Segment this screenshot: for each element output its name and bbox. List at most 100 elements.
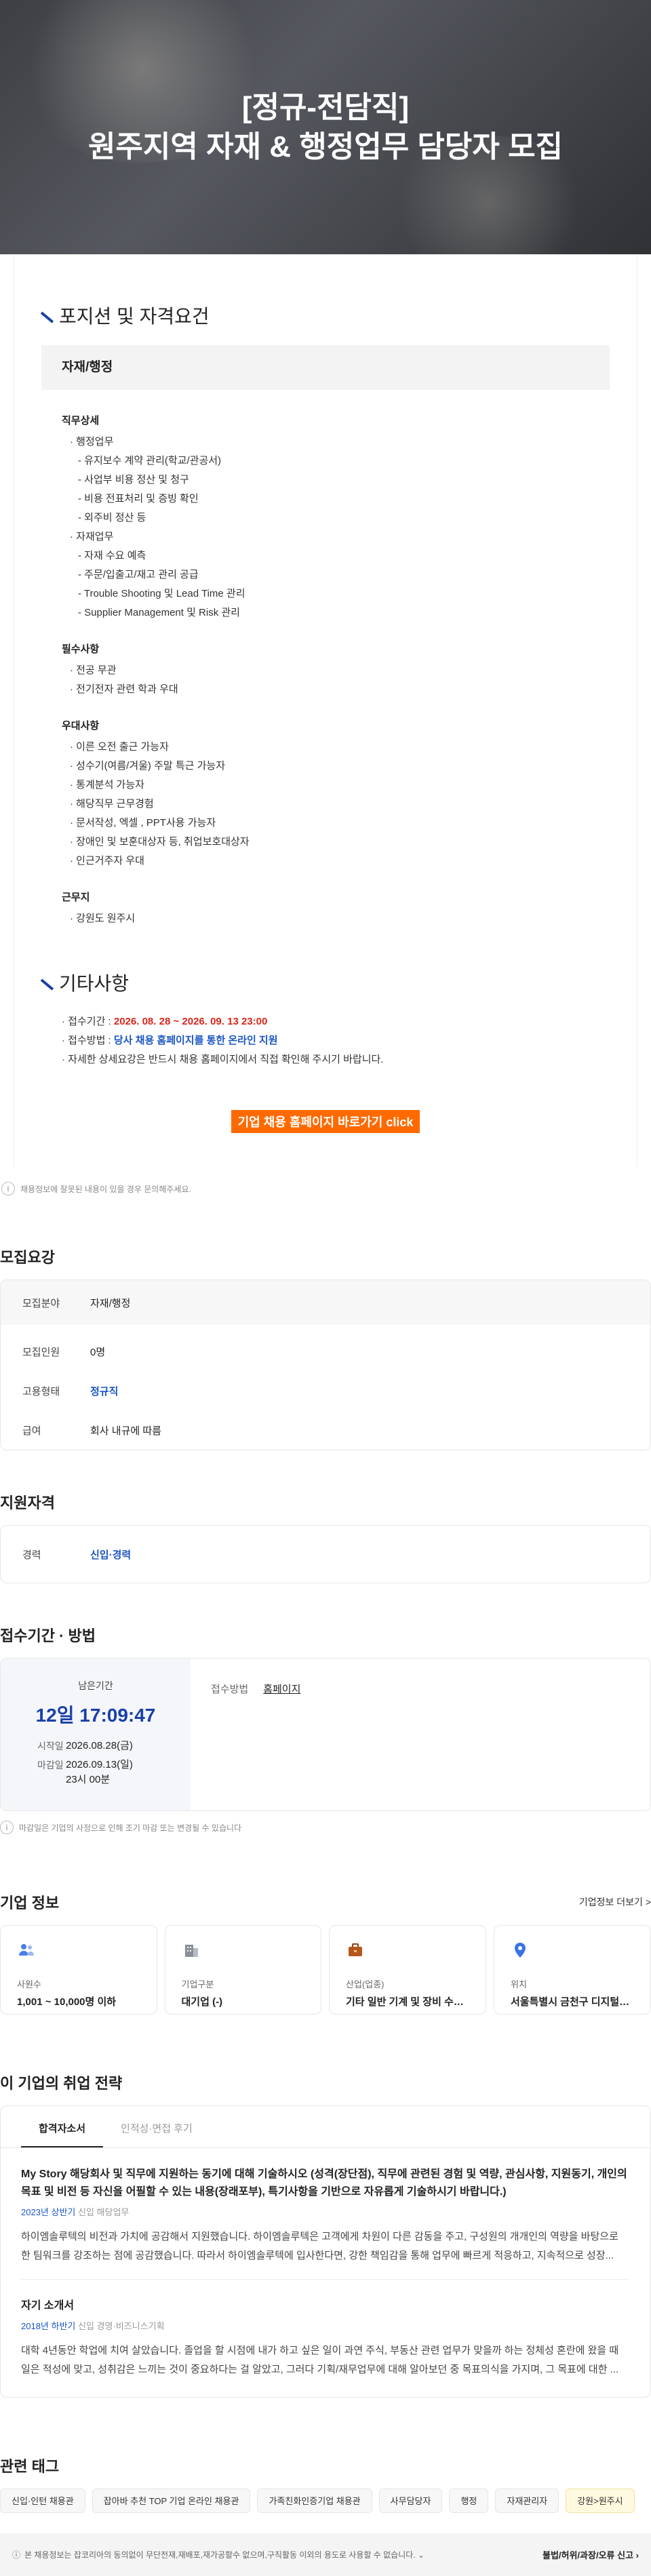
footer-bar: ⓘ 본 채용정보는 잡코리아의 동의없이 무단전재,재배포,재가공할수 없으며,구…	[0, 2533, 651, 2576]
qualification-section: 지원자격 경력 신입·경력	[0, 1491, 651, 1583]
requirement-item: - 자재 수요 예측	[78, 550, 146, 561]
remaining-time-panel: 남은기간 12일 17:09:47 시작일 2026.08.28(금) 마감일 20…	[1, 1659, 191, 1810]
company-info-card: 사원수 1,001 ~ 10,000명 이하	[0, 1925, 157, 2015]
period-card: 남은기간 12일 17:09:47 시작일 2026.08.28(금) 마감일 20…	[0, 1658, 651, 1811]
story-year: 2018년 하반기	[21, 2321, 76, 2331]
company-cards: 사원수 1,001 ~ 10,000명 이하 기업구분 대기업 (-) 산업(업종) 기타…	[0, 1925, 651, 2015]
story-item[interactable]: 자기 소개서 2018년 하반기 신입 경영·비즈니스기획 대학 4년동안 학업에 …	[1, 2280, 650, 2379]
recruit-row: 급여 회사 내규에 따름	[1, 1410, 650, 1450]
tab-interview-review[interactable]: 인적성·면접 후기	[103, 2106, 210, 2147]
requirement-item: · 통계분석 가능자	[70, 779, 144, 791]
tag-chip[interactable]: 신입·인턴 채용관	[0, 2489, 85, 2513]
tag-chip[interactable]: 행정	[449, 2489, 489, 2513]
company-section: 기업 정보 기업정보 더보기 > 사원수 1,001 ~ 10,000명 이하 기업…	[0, 1891, 651, 2015]
period-title: 접수기간 · 방법	[0, 1627, 96, 1644]
requirement-item: - 사업부 비용 정산 및 청구	[78, 474, 189, 486]
group-title: 근무지	[62, 892, 90, 903]
story-item[interactable]: My Story 해당회사 및 직무에 지원하는 동기에 대해 기술하시오 (성…	[1, 2148, 650, 2265]
company-info-value: 대기업 (-)	[181, 1996, 223, 2008]
recruit-key: 모집인원	[22, 1346, 60, 1358]
story-title[interactable]: My Story 해당회사 및 직무에 지원하는 동기에 대해 기술하시오 (성…	[21, 2166, 630, 2201]
slash-icon	[41, 976, 52, 989]
apply-homepage-link[interactable]: 홈페이지	[263, 1682, 300, 1787]
story-meta: 2023년 상반기 신입 해당업무	[21, 2205, 630, 2218]
requirement-item: - 유지보수 계약 관리(학교/관공서)	[78, 455, 222, 467]
company-info-key: 사원수	[17, 1979, 41, 1989]
info-icon: i	[0, 1821, 14, 1834]
group-title: 직무상세	[62, 415, 100, 427]
company-info-key: 산업(업종)	[346, 1979, 384, 1989]
company-info-card: 기업구분대기업 (-)	[164, 1925, 321, 2015]
hero-banner: [정규-전담직] 원주지역 자재 & 행정업무 담당자 모집	[0, 0, 651, 254]
requirement-group: 우대사항 · 이른 오전 출근 가능자 · 성수기(여름/겨울) 주말 특근 가능자…	[41, 718, 610, 871]
company-info-key: 기업구분	[181, 1979, 214, 1989]
etc-method: · 접수방법 : 당사 채용 홈페이지를 통한 온라인 지원	[62, 1035, 278, 1046]
people-icon	[17, 1941, 36, 1960]
recruit-key: 고용형태	[22, 1385, 60, 1398]
report-link[interactable]: 불법/허위/과장/오류 신고 ›	[542, 2548, 639, 2561]
requirement-group: 직무상세 · 행정업무 - 유지보수 계약 관리(학교/관공서) - 사업부 비용 정…	[41, 413, 610, 622]
tag-chip[interactable]: 자재관리자	[495, 2489, 559, 2513]
position-heading: 포지션 및 자격요건	[41, 302, 610, 329]
story-job: 경영·비즈니스기획	[96, 2321, 165, 2331]
requirement-item: · 전공 무관	[70, 665, 117, 676]
recruit-section: 모집요강 모집분야 자재/행정모집인원 0명고용형태 정규직급여 회사 내규에 따름	[0, 1246, 651, 1450]
tag-chip[interactable]: 사무담당자	[378, 2489, 443, 2513]
company-info-card: 위치서울특별시 금천구 디지털로10...	[494, 1925, 651, 2015]
recruit-row: 모집인원 0명	[1, 1332, 650, 1371]
requirement-item: - 주문/입출고/재고 관리 공급	[78, 569, 199, 580]
recruit-row: 모집분야 자재/행정	[1, 1280, 650, 1325]
requirement-item: - 비용 전표처리 및 증빙 확인	[78, 493, 199, 504]
strategy-title: 이 기업의 취업 전략	[0, 2075, 123, 2092]
requirement-group: 필수사항 · 전공 무관 · 전기전자 관련 학과 우대	[41, 641, 610, 699]
recruit-card: 모집분야 자재/행정모집인원 0명고용형태 정규직급여 회사 내규에 따름	[0, 1280, 651, 1450]
recruit-value: 0명	[90, 1346, 106, 1358]
location-pin-icon	[511, 1941, 530, 1960]
requirement-item: · 전기전자 관련 학과 우대	[70, 683, 178, 695]
recruit-key: 모집분야	[22, 1297, 60, 1309]
requirement-item: · 인근거주자 우대	[70, 855, 144, 867]
tags-section: 관련 태그 신입·인턴 채용관 잡아바 추천 TOP 기업 온라인 채용관 가족친화…	[0, 2455, 651, 2513]
recruit-value: 회사 내규에 따름	[90, 1425, 161, 1437]
apply-method: 접수방법 홈페이지	[191, 1659, 321, 1810]
group-title: 우대사항	[62, 720, 100, 732]
requirement-item: · 해당직무 근무경험	[70, 798, 154, 810]
requirement-item: · 문서작성, 엑셀 , PPT사용 가능자	[70, 817, 216, 829]
recruit-row: 고용형태 정규직	[1, 1371, 650, 1410]
hero-title-line2: 원주지역 자재 & 행정업무 담당자 모집	[87, 130, 564, 163]
company-title: 기업 정보	[0, 1895, 60, 1911]
slash-icon	[41, 309, 52, 322]
company-homepage-link[interactable]: 기업 채용 홈페이지 바로가기 click	[231, 1110, 420, 1133]
qualification-card: 경력 신입·경력	[0, 1525, 651, 1583]
story-title[interactable]: 자기 소개서	[21, 2297, 630, 2315]
requirement-item: - Trouble Shooting 및 Lead Time 관리	[78, 588, 245, 599]
tag-list: 신입·인턴 채용관 잡아바 추천 TOP 기업 온라인 채용관 가족친화인증기업 채…	[0, 2489, 651, 2513]
info-icon: ⓘ	[12, 2550, 21, 2560]
story-job: 해당업무	[96, 2207, 130, 2217]
requirement-item: · 이른 오전 출근 가능자	[70, 741, 169, 753]
tag-chip[interactable]: 가족친화인증기업 채용관	[257, 2489, 372, 2513]
tag-chip[interactable]: 강원>원주시	[566, 2489, 635, 2513]
requirement-groups: 직무상세 · 행정업무 - 유지보수 계약 관리(학교/관공서) - 사업부 비용 정…	[41, 413, 610, 928]
briefcase-icon	[346, 1941, 365, 1960]
period-section: 접수기간 · 방법 남은기간 12일 17:09:47 시작일 2026.08.2…	[0, 1624, 651, 1834]
requirement-item: · 성수기(여름/겨울) 주말 특근 가능자	[70, 760, 226, 772]
tab-cover-letter[interactable]: 합격자소서	[21, 2106, 104, 2147]
tags-title: 관련 태그	[0, 2458, 60, 2475]
story-body: 하이엠솔루텍의 비전과 가치에 공감해서 지원했습니다. 하이엠솔루텍은 고객에…	[21, 2231, 618, 2261]
company-info-key: 위치	[511, 1979, 527, 1989]
recruit-title: 모집요강	[0, 1249, 55, 1266]
company-more-link[interactable]: 기업정보 더보기 >	[579, 1895, 651, 1909]
countdown: 12일 17:09:47	[35, 1705, 156, 1726]
error-notice: i 채용정보에 잘못된 내용이 있을 경우 문의해주세요.	[0, 1167, 651, 1195]
requirement-item: · 행정업무	[70, 436, 114, 448]
recruit-value: 정규직	[90, 1385, 119, 1398]
etc-heading: 기타사항	[41, 969, 610, 996]
tag-chip[interactable]: 잡아바 추천 TOP 기업 온라인 채용관	[92, 2489, 251, 2513]
requirement-item: · 장애인 및 보훈대상자 등, 취업보호대상자	[70, 836, 250, 848]
company-info-value: 1,001 ~ 10,000명 이하	[17, 1996, 117, 2008]
job-posting-page: [정규-전담직] 원주지역 자재 & 행정업무 담당자 모집 포지션 및 자격요…	[0, 0, 651, 2576]
recruit-value: 자재/행정	[90, 1297, 131, 1309]
strategy-card: 합격자소서 인적성·면접 후기 My Story 해당회사 및 직무에 지원하는…	[0, 2105, 651, 2398]
story-meta: 2018년 하반기 신입 경영·비즈니스기획	[21, 2319, 630, 2332]
